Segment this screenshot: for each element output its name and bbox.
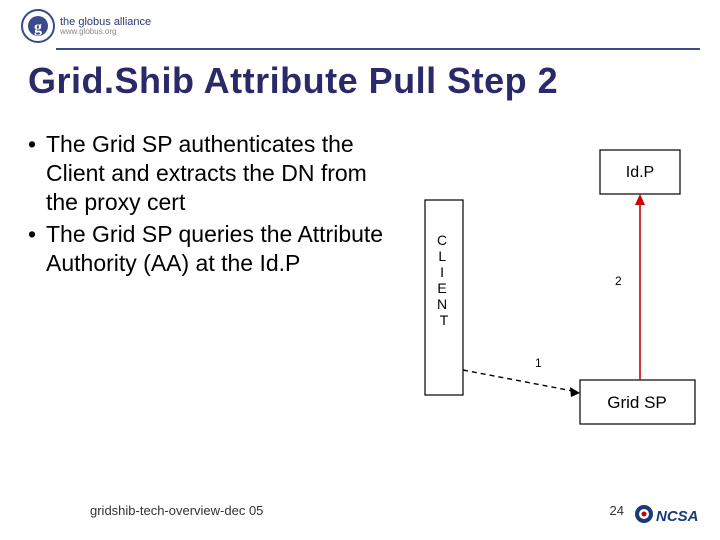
bullet-item: The Grid SP queries the Attribute Author… xyxy=(28,220,398,278)
globus-logo: g the globus alliance www.globus.org xyxy=(20,8,151,44)
globus-logo-sub: www.globus.org xyxy=(60,28,151,36)
footer-text: gridshib-tech-overview-dec 05 xyxy=(90,503,263,518)
globus-g-icon: g xyxy=(20,8,56,44)
arrow1-label: 1 xyxy=(535,356,542,370)
svg-text:NCSA: NCSA xyxy=(656,508,699,525)
svg-text:g: g xyxy=(34,19,42,36)
flow-diagram: Id.P C L I E N T Grid SP 1 2 xyxy=(420,145,700,435)
header-divider xyxy=(56,48,700,50)
bullet-list: The Grid SP authenticates the Client and… xyxy=(28,130,398,282)
idp-label: Id.P xyxy=(626,164,654,181)
arrow2-label: 2 xyxy=(615,274,622,288)
globus-logo-top: the globus alliance xyxy=(60,17,151,28)
bullet-item: The Grid SP authenticates the Client and… xyxy=(28,130,398,216)
gridsp-label: Grid SP xyxy=(607,393,667,412)
globus-logo-text: the globus alliance www.globus.org xyxy=(60,17,151,36)
ncsa-logo: NCSA xyxy=(634,500,704,528)
slide-title: Grid.Shib Attribute Pull Step 2 xyxy=(28,60,558,102)
page-number: 24 xyxy=(610,503,624,518)
